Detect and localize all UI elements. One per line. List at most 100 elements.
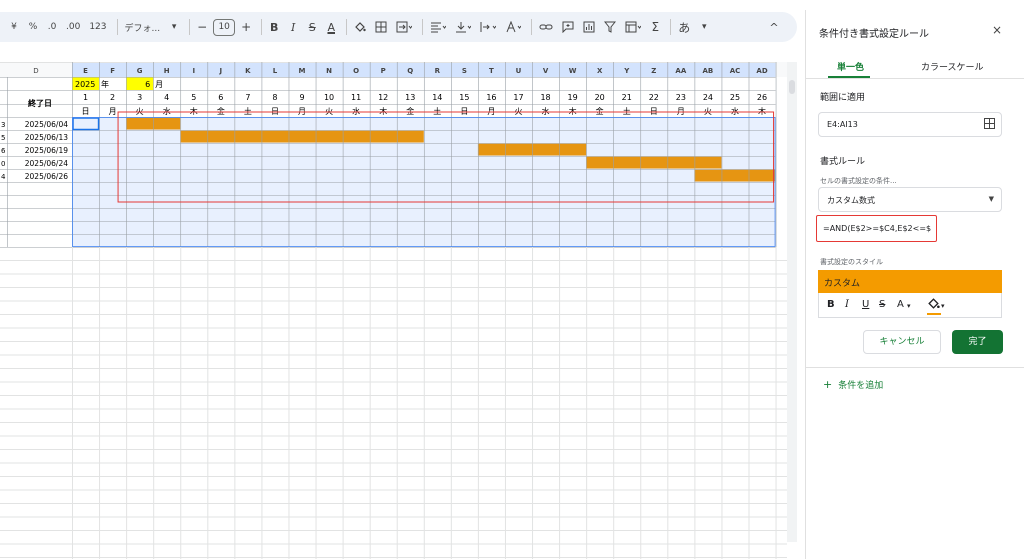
column-header[interactable]: V — [543, 67, 549, 75]
end-date-cell[interactable]: 2025/06/13 — [25, 133, 68, 142]
gantt-bar[interactable] — [694, 169, 776, 182]
weekday[interactable]: 金 — [217, 106, 225, 116]
day-number[interactable]: 14 — [432, 93, 442, 102]
weekday[interactable]: 日 — [82, 107, 90, 116]
day-number[interactable]: 3 — [137, 93, 142, 102]
day-number[interactable]: 12 — [378, 93, 388, 102]
day-number[interactable]: 20 — [595, 93, 605, 102]
column-header[interactable]: Y — [623, 67, 630, 75]
day-number[interactable]: 16 — [486, 93, 496, 102]
column-header-d[interactable]: D — [33, 67, 38, 75]
day-number[interactable]: 18 — [540, 93, 550, 102]
column-header[interactable]: M — [299, 67, 306, 75]
style-italic-button[interactable]: I — [845, 299, 849, 310]
font-size-increase-button[interactable]: + — [238, 16, 254, 38]
grid-select-icon[interactable] — [984, 118, 995, 132]
column-header[interactable]: AB — [703, 67, 714, 75]
column-header[interactable]: L — [273, 67, 278, 75]
spreadsheet-grid[interactable]: D E F G H I J K L M N O P Q R S T U V W X Y Z AA AB AC AD 2025 年 6 月終了… — [0, 62, 797, 559]
column-header[interactable]: U — [516, 67, 522, 75]
style-bold-button[interactable]: B — [827, 299, 835, 310]
chevron-down-icon[interactable]: ▾ — [696, 16, 712, 38]
chevron-down-icon[interactable]: ▾ — [166, 16, 182, 38]
font-select[interactable]: デフォ... — [122, 16, 164, 38]
style-preview[interactable]: カスタム — [818, 270, 1002, 293]
day-number[interactable]: 6 — [218, 93, 223, 102]
column-header[interactable]: AA — [675, 67, 686, 75]
decrease-decimal-button[interactable]: .0 — [44, 16, 60, 38]
gantt-bar[interactable] — [180, 130, 424, 143]
column-header[interactable]: R — [435, 67, 441, 75]
merge-cells-icon[interactable] — [393, 16, 415, 38]
filter-views-icon[interactable] — [622, 16, 644, 38]
currency-button[interactable]: ¥ — [6, 16, 22, 38]
add-rule-button[interactable]: + 条件を追加 — [823, 378, 883, 391]
bold-button[interactable]: B — [266, 16, 282, 38]
input-tools-button[interactable]: あ — [675, 16, 693, 38]
end-date-cell[interactable]: 2025/06/04 — [25, 120, 68, 129]
number-format-button[interactable]: 123 — [86, 16, 109, 38]
weekday[interactable]: 金 — [406, 106, 414, 116]
day-number[interactable]: 2 — [110, 93, 115, 102]
column-header[interactable]: E — [83, 67, 88, 75]
day-number[interactable]: 5 — [191, 93, 196, 102]
day-number[interactable]: 13 — [405, 93, 415, 102]
column-header[interactable]: W — [569, 67, 577, 75]
style-text-color-button[interactable]: A — [897, 299, 904, 310]
day-number[interactable]: 21 — [622, 93, 632, 102]
end-date-cell[interactable]: 2025/06/26 — [25, 172, 68, 181]
end-date-cell[interactable]: 2025/06/24 — [25, 159, 68, 168]
chevron-down-icon[interactable]: ▾ — [907, 302, 911, 310]
day-number[interactable]: 26 — [757, 93, 767, 102]
day-number[interactable]: 8 — [272, 93, 277, 102]
day-number[interactable]: 15 — [459, 93, 469, 102]
formula-input[interactable]: =AND(E$2>=$C4,E$2<=$D — [816, 215, 937, 242]
close-icon[interactable]: × — [992, 23, 1002, 37]
column-header[interactable]: S — [462, 67, 467, 75]
percent-button[interactable]: % — [25, 16, 41, 38]
day-number[interactable]: 4 — [164, 93, 169, 102]
weekday[interactable]: 土 — [244, 106, 252, 116]
range-input[interactable]: E4:AI13 — [818, 112, 1002, 137]
weekday[interactable]: 木 — [379, 106, 387, 116]
column-header[interactable]: N — [326, 67, 332, 75]
column-header[interactable]: J — [219, 67, 223, 75]
weekday[interactable]: 月 — [109, 107, 117, 116]
column-header[interactable]: O — [353, 67, 359, 75]
weekday[interactable]: 木 — [190, 106, 198, 116]
fill-color-icon[interactable] — [927, 297, 940, 313]
day-number[interactable]: 9 — [299, 93, 304, 102]
column-header[interactable]: AD — [756, 67, 767, 75]
increase-decimal-button[interactable]: .00 — [63, 16, 83, 38]
fill-color-icon[interactable] — [351, 16, 369, 38]
comment-icon[interactable] — [559, 16, 577, 38]
scrollbar-thumb[interactable] — [789, 80, 795, 94]
font-size-decrease-button[interactable]: − — [194, 16, 210, 38]
weekday[interactable]: 金 — [596, 106, 604, 116]
tab-single-color[interactable]: 単一色 — [837, 60, 864, 73]
column-header[interactable]: X — [597, 67, 603, 75]
day-number[interactable]: 1 — [83, 93, 88, 102]
gantt-bar[interactable] — [586, 156, 722, 169]
italic-button[interactable]: I — [285, 16, 301, 38]
column-header[interactable]: P — [381, 67, 386, 75]
day-number[interactable]: 23 — [676, 93, 686, 102]
condition-select[interactable]: カスタム数式 ▼ — [818, 187, 1002, 212]
text-wrap-icon[interactable] — [477, 16, 499, 38]
day-number[interactable]: 25 — [730, 93, 740, 102]
vertical-scrollbar[interactable] — [787, 62, 797, 542]
end-date-cell[interactable]: 2025/06/19 — [25, 146, 68, 155]
cancel-button[interactable]: キャンセル — [863, 330, 941, 354]
tab-color-scale[interactable]: カラースケール — [921, 60, 984, 73]
grid-canvas[interactable]: D E F G H I J K L M N O P Q R S T U V W X Y Z AA AB AC AD 2025 年 6 月終了… — [0, 62, 797, 559]
year-value[interactable]: 2025 — [75, 80, 95, 89]
day-number[interactable]: 17 — [513, 93, 523, 102]
column-header[interactable]: F — [110, 67, 115, 75]
collapse-toolbar-button[interactable]: ^ — [766, 16, 782, 38]
weekday[interactable]: 土 — [623, 106, 631, 116]
style-strikethrough-button[interactable]: S — [879, 299, 885, 310]
functions-button[interactable]: Σ — [647, 16, 663, 38]
column-header[interactable]: H — [164, 67, 170, 75]
day-number[interactable]: 11 — [351, 93, 361, 102]
chevron-down-icon[interactable]: ▾ — [941, 302, 945, 310]
